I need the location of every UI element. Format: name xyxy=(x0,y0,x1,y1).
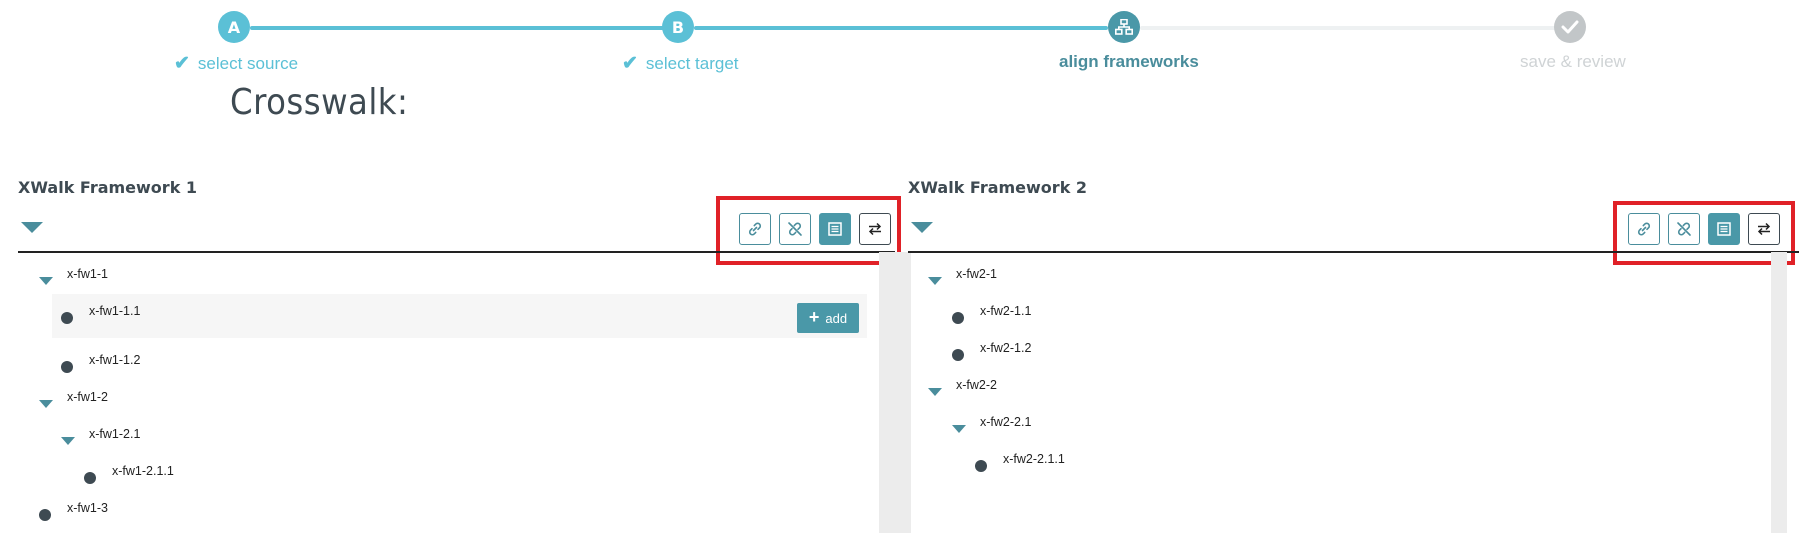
panel-gutter xyxy=(895,252,911,533)
scrollbar[interactable] xyxy=(1771,252,1787,533)
tree-node-label: x-fw1-2 xyxy=(67,390,108,404)
leaf-bullet-icon xyxy=(84,472,96,484)
tree-node-label: x-fw2-2 xyxy=(956,378,997,392)
step-connector xyxy=(250,26,678,30)
panel-title: XWalk Framework 2 xyxy=(908,178,1088,197)
tree-node-label: x-fw1-3 xyxy=(67,501,108,515)
plus-icon: + xyxy=(808,307,820,327)
step-save-badge xyxy=(1554,11,1586,43)
tree-node-label: x-fw1-1.1 xyxy=(89,304,141,318)
leaf-bullet-icon xyxy=(39,509,51,521)
leaf-bullet-icon xyxy=(61,312,73,324)
add-button[interactable]: + add xyxy=(797,303,859,333)
tree-node[interactable]: x-fw2-2.1 xyxy=(952,410,1031,440)
panel-divider xyxy=(18,251,895,253)
add-button-label: add xyxy=(825,310,848,326)
toolbar-highlight xyxy=(716,196,901,265)
check-icon: ✔ xyxy=(174,53,190,74)
expand-toggle-icon[interactable] xyxy=(928,277,942,285)
step-align-text: align frameworks xyxy=(1059,52,1199,71)
tree-node-label: x-fw2-2.1 xyxy=(980,415,1032,429)
step-save-label: save & review xyxy=(1520,52,1626,72)
leaf-bullet-icon xyxy=(952,312,964,324)
step-b-text: select target xyxy=(645,53,739,73)
step-connector xyxy=(1140,26,1570,30)
tree-node[interactable]: x-fw1-1.1 xyxy=(61,299,140,329)
tree-node[interactable]: x-fw1-2.1 xyxy=(61,422,140,452)
progress-stepper: A B ✔ select source ✔ select target alig… xyxy=(0,0,1799,80)
tree-node[interactable]: x-fw1-2 xyxy=(39,385,108,415)
expand-toggle-icon[interactable] xyxy=(952,425,966,433)
tree-node-label: x-fw2-1.1 xyxy=(980,304,1032,318)
step-align-badge[interactable] xyxy=(1108,11,1140,43)
tree-node-label: x-fw1-1 xyxy=(67,267,108,281)
tree-node[interactable]: x-fw2-1 xyxy=(928,262,997,292)
leaf-bullet-icon xyxy=(975,460,987,472)
sitemap-icon xyxy=(1115,19,1133,35)
page-title: Crosswalk: xyxy=(230,82,409,123)
expand-toggle-icon[interactable] xyxy=(928,388,942,396)
tree-node[interactable]: x-fw2-1.2 xyxy=(952,336,1031,366)
expand-toggle-icon[interactable] xyxy=(39,400,53,408)
tree-row-highlight xyxy=(52,294,867,338)
tree-node-label: x-fw1-2.1.1 xyxy=(112,464,174,478)
tree-node[interactable]: x-fw1-1 xyxy=(39,262,108,292)
scrollbar[interactable] xyxy=(879,252,895,533)
step-save-text: save & review xyxy=(1520,52,1626,71)
leaf-bullet-icon xyxy=(952,349,964,361)
tree-node-label: x-fw2-2.1.1 xyxy=(1003,452,1065,466)
expand-toggle-icon[interactable] xyxy=(61,437,75,445)
tree-node[interactable]: x-fw1-3 xyxy=(39,496,108,526)
step-b-label[interactable]: ✔ select target xyxy=(622,52,739,75)
step-b-badge[interactable]: B xyxy=(662,11,694,43)
panel-divider xyxy=(908,251,1799,253)
tree-node[interactable]: x-fw2-1.1 xyxy=(952,299,1031,329)
step-a-letter: A xyxy=(227,17,241,37)
step-b-letter: B xyxy=(671,17,685,37)
check-icon: ✔ xyxy=(622,53,638,74)
step-connector xyxy=(694,26,1108,30)
panel-title: XWalk Framework 1 xyxy=(18,178,198,197)
tree-node-label: x-fw2-1.2 xyxy=(980,341,1032,355)
tree-node-label: x-fw1-2.1 xyxy=(89,427,141,441)
tree-node[interactable]: x-fw1-1.2 xyxy=(61,348,140,378)
collapse-all-toggle[interactable] xyxy=(21,222,43,233)
toolbar-highlight xyxy=(1613,201,1795,265)
check-icon xyxy=(1561,20,1579,34)
tree-node-label: x-fw2-1 xyxy=(956,267,997,281)
collapse-all-toggle[interactable] xyxy=(911,222,933,233)
step-a-label[interactable]: ✔ select source xyxy=(174,52,298,75)
step-align-label: align frameworks xyxy=(1059,52,1199,72)
step-a-badge[interactable]: A xyxy=(218,11,250,43)
step-a-text: select source xyxy=(197,53,299,73)
tree-node[interactable]: x-fw2-2.1.1 xyxy=(975,447,1065,477)
tree-node-label: x-fw1-1.2 xyxy=(89,353,141,367)
tree-node[interactable]: x-fw2-2 xyxy=(928,373,997,403)
tree-node[interactable]: x-fw1-2.1.1 xyxy=(84,459,174,489)
leaf-bullet-icon xyxy=(61,361,73,373)
expand-toggle-icon[interactable] xyxy=(39,277,53,285)
